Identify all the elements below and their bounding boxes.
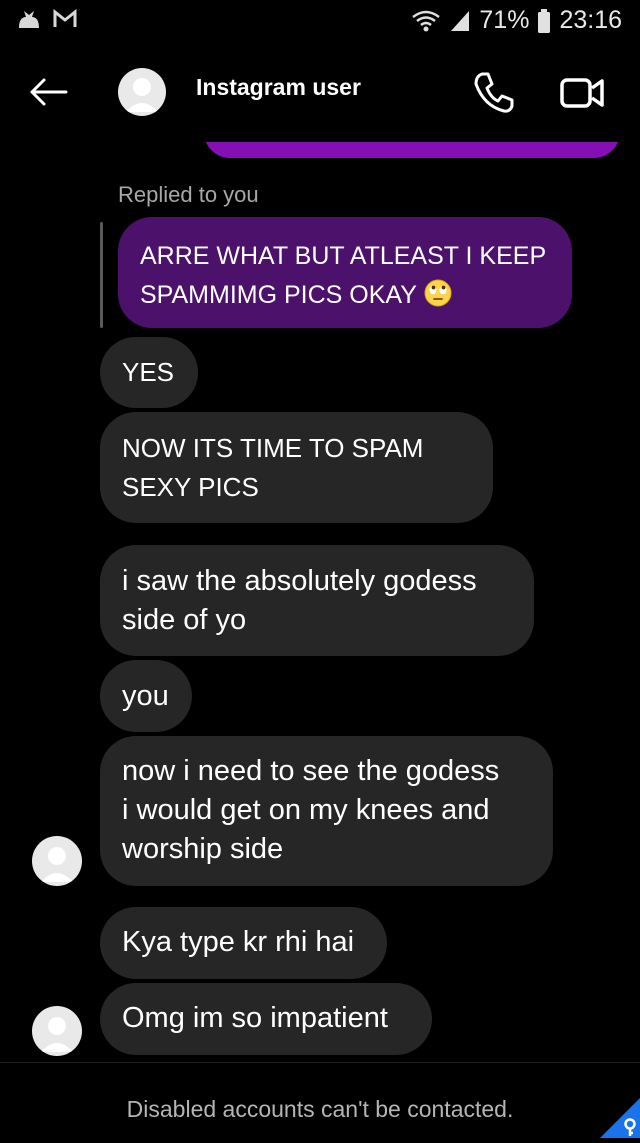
video-camera-icon	[560, 78, 604, 108]
back-arrow-icon	[30, 78, 68, 106]
reply-indicator-bar	[100, 222, 103, 328]
message-line: Omg im so impatient	[122, 1002, 388, 1034]
phone-icon	[474, 72, 514, 113]
sender-avatar[interactable]	[32, 836, 82, 886]
message-line: YES	[122, 357, 175, 387]
status-right: 71% 23:16	[411, 6, 622, 35]
message-line: side of yo	[122, 604, 247, 636]
profile-avatar[interactable]	[118, 68, 166, 116]
avatar-icon	[41, 1017, 73, 1052]
chat-header: Instagram user	[0, 44, 640, 138]
battery-percent: 71%	[479, 6, 530, 34]
message-bubble[interactable]: you	[100, 660, 192, 732]
replied-message-line: SPAMMIMG PICS OKAY	[140, 276, 550, 315]
replied-message-line: ARRE WHAT BUT ATLEAST I KEEP	[140, 242, 547, 270]
message-line: you	[122, 680, 169, 712]
status-bar: 71% 23:16	[0, 0, 640, 44]
voice-call-button[interactable]	[470, 68, 518, 116]
sender-avatar[interactable]	[32, 1006, 82, 1056]
message-bubble[interactable]: NOW ITS TIME TO SPAM SEXY PICS	[100, 412, 493, 523]
key-badge-icon	[600, 1098, 640, 1138]
message-line: i saw the absolutely godess	[122, 565, 477, 597]
cat-icon	[16, 8, 42, 30]
message-bubble[interactable]: YES	[100, 337, 198, 408]
footer-divider	[0, 1062, 640, 1063]
message-line: now i need to see the godess	[122, 755, 500, 787]
message-bubble[interactable]: Kya type kr rhi hai	[100, 907, 387, 979]
message-line: NOW ITS TIME TO SPAM	[122, 433, 424, 463]
avatar-icon	[126, 78, 158, 112]
message-bubble[interactable]: Omg im so impatient	[100, 983, 432, 1055]
message-line: worship side	[122, 833, 284, 865]
signal-icon	[449, 9, 471, 33]
reply-label: Replied to you	[118, 182, 259, 207]
clock: 23:16	[559, 6, 622, 34]
disabled-account-notice: Disabled accounts can't be contacted.	[126, 1096, 514, 1122]
chat-title[interactable]: Instagram user	[196, 74, 361, 101]
gmail-icon	[52, 8, 78, 30]
notification-icons	[16, 8, 78, 30]
message-line: i would get on my knees and	[122, 794, 490, 826]
replied-message-bubble[interactable]: ARRE WHAT BUT ATLEAST I KEEP SPAMMIMG PI…	[118, 217, 572, 328]
wifi-icon	[411, 9, 441, 33]
back-button[interactable]	[26, 68, 74, 116]
message-line: SEXY PICS	[122, 472, 259, 502]
message-bubble[interactable]: now i need to see the godess i would get…	[100, 736, 553, 886]
avatar-icon	[41, 847, 73, 882]
battery-icon	[537, 8, 551, 34]
video-call-button[interactable]	[556, 68, 608, 116]
message-line: Kya type kr rhi hai	[122, 926, 355, 958]
message-bubble[interactable]: i saw the absolutely godess side of yo	[100, 545, 534, 656]
eye-roll-emoji	[423, 278, 453, 308]
